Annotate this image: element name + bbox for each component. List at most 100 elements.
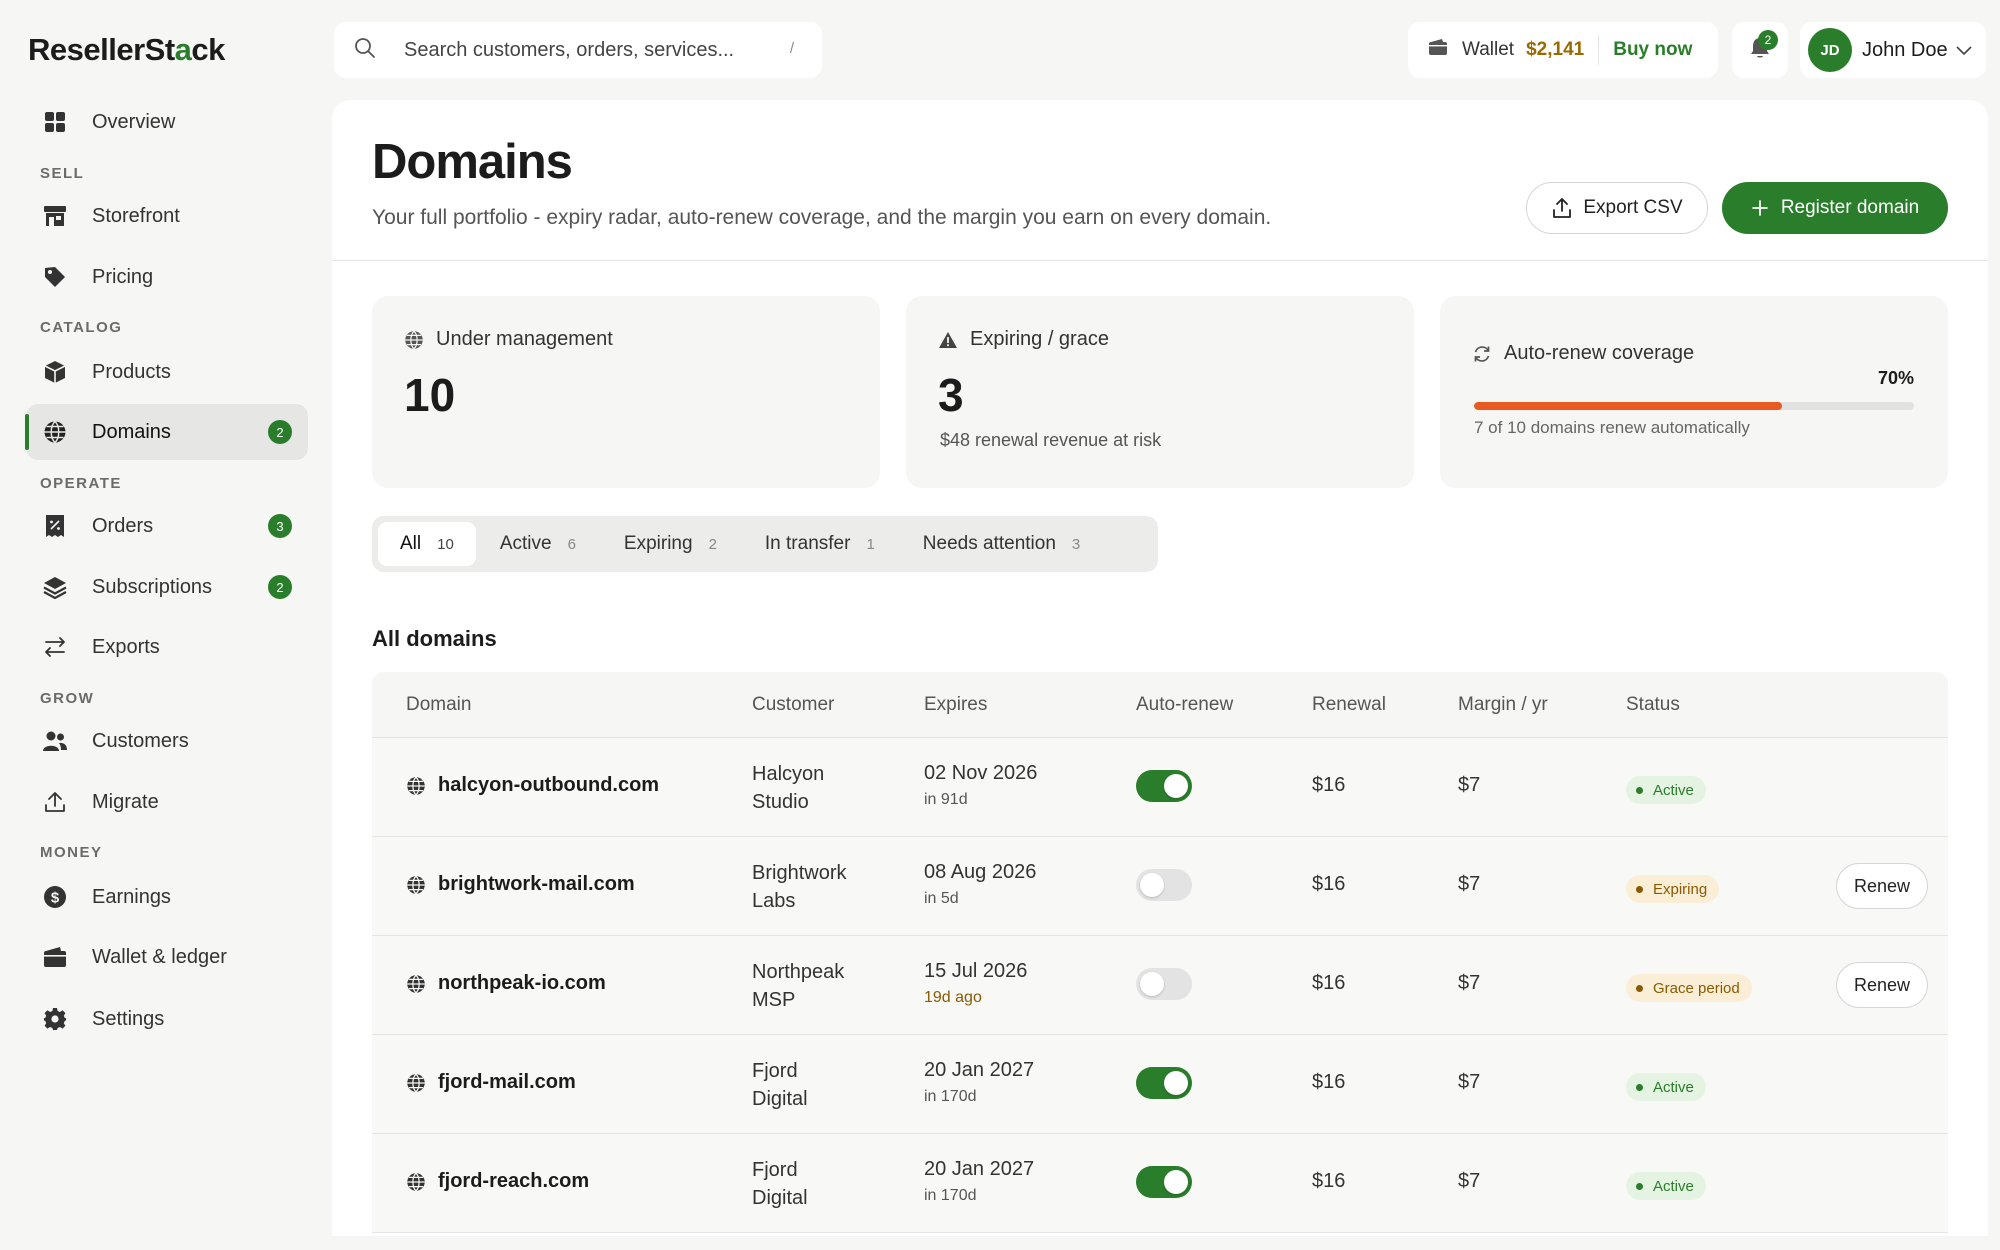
margin-value: $7 (1458, 774, 1481, 796)
filter-tab-needs-attention[interactable]: Needs attention 3 (899, 522, 1104, 566)
renew-button[interactable]: Renew (1836, 962, 1928, 1008)
sidebar-item-settings[interactable]: Settings (26, 991, 308, 1047)
filter-tab-expiring[interactable]: Expiring 2 (600, 522, 741, 566)
margin-value: $7 (1458, 1170, 1481, 1192)
warning-icon (939, 331, 957, 348)
table-row[interactable]: northpeak-io.com Northpeak MSP 15 Jul 202… (372, 936, 1948, 1035)
column-header-expires[interactable]: Expires (924, 694, 987, 716)
status-dot (1636, 1182, 1643, 1190)
expires-cell: 20 Jan 2027 in 170d (924, 1158, 1034, 1205)
buy-now-link[interactable]: Buy now (1613, 39, 1692, 61)
filter-tabs: All 10 Active 6 Expiring 2 In transfer 1 Nee… (372, 516, 1158, 572)
sidebar-item-storefront[interactable]: Storefront (26, 188, 308, 244)
expiry-relative: in 170d (924, 1088, 977, 1105)
export-csv-label: Export CSV (1583, 197, 1683, 218)
table-row[interactable]: fjord-reach.com Fjord Digital 20 Jan 2027… (372, 1134, 1948, 1233)
margin-value: $7 (1458, 972, 1481, 994)
toggle-knob (1140, 972, 1164, 996)
renewal-price: $16 (1312, 873, 1346, 895)
globe-icon (405, 330, 423, 349)
sidebar-item-subscriptions[interactable]: Subscriptions 2 (26, 559, 308, 615)
user-menu[interactable]: JD John Doe (1800, 22, 1986, 78)
domain-cell[interactable]: fjord-reach.com (406, 1170, 589, 1193)
column-header-margin[interactable]: Margin / yr (1458, 694, 1548, 716)
auto-renew-toggle[interactable] (1136, 1166, 1192, 1198)
box-icon (42, 359, 68, 385)
search-shortcut-hint: / (789, 40, 794, 57)
domain-cell[interactable]: halcyon-outbound.com (406, 774, 659, 797)
sidebar-item-exports[interactable]: Exports (26, 619, 308, 675)
sidebar-item-products[interactable]: Products (26, 344, 308, 400)
logo[interactable]: ResellerStack (28, 32, 225, 68)
section-title: All domains (372, 626, 497, 651)
status-label: Expiring (1653, 880, 1708, 898)
customer-name-line: Halcyon (752, 763, 825, 785)
auto-renew-toggle[interactable] (1136, 770, 1192, 802)
divider (1598, 35, 1600, 65)
search-bar[interactable]: / (334, 22, 822, 78)
status-dot (1636, 786, 1643, 794)
domain-cell[interactable]: brightwork-mail.com (406, 873, 635, 896)
toggle-knob (1164, 1071, 1188, 1095)
sidebar-item-pricing[interactable]: Pricing (26, 249, 308, 305)
register-domain-button[interactable]: Register domain (1722, 182, 1948, 234)
customer-name-line: Fjord (752, 1060, 798, 1082)
dollar-coin-icon: $ (42, 884, 68, 910)
register-domain-label: Register domain (1780, 197, 1920, 218)
customer-cell: Northpeak MSP (752, 958, 872, 1014)
sidebar-item-domains[interactable]: Domains 2 (25, 404, 308, 460)
sidebar-item-label: Orders (92, 514, 154, 537)
domain-cell[interactable]: fjord-mail.com (406, 1071, 576, 1094)
table-row[interactable]: brightwork-mail.com Brightwork Labs 08 Au… (372, 837, 1948, 936)
table-row[interactable]: halcyon-outbound.com Halcyon Studio 02 No… (372, 738, 1948, 837)
sidebar-item-overview[interactable]: Overview (26, 94, 308, 150)
sidebar: ResellerStack Overview SELL Storefront P… (0, 0, 330, 1250)
swap-arrows-icon (42, 634, 68, 660)
nav-section-money: MONEY (40, 844, 103, 861)
status-badge: Active (1626, 776, 1706, 804)
column-header-renewal[interactable]: Renewal (1312, 694, 1386, 716)
sidebar-item-wallet-ledger[interactable]: Wallet & ledger (26, 929, 308, 985)
expiry-date: 20 Jan 2027 (924, 1059, 1035, 1081)
auto-renew-toggle[interactable] (1136, 1067, 1192, 1099)
renewal-price: $16 (1312, 774, 1346, 796)
chevron-down-icon (1956, 39, 1972, 62)
wallet-icon (1428, 38, 1448, 62)
export-csv-button[interactable]: Export CSV (1526, 182, 1708, 234)
margin-value: $7 (1458, 873, 1481, 895)
upload-icon (42, 789, 68, 815)
column-header-auto-renew[interactable]: Auto-renew (1136, 694, 1233, 716)
filter-tab-active[interactable]: Active 6 (476, 522, 600, 566)
notifications-button[interactable]: 2 (1732, 22, 1788, 78)
customer-name-line: MSP (752, 989, 796, 1011)
main-panel: Domains Your full portfolio - expiry rad… (332, 100, 1988, 1236)
sidebar-item-orders[interactable]: Orders 3 (26, 498, 308, 554)
domain-name: halcyon-outbound.com (438, 774, 660, 796)
toggle-knob (1140, 873, 1164, 897)
renew-button[interactable]: Renew (1836, 863, 1928, 909)
sidebar-item-customers[interactable]: Customers (26, 713, 308, 769)
svg-text:$: $ (51, 890, 60, 907)
renewal-price: $16 (1312, 972, 1346, 994)
orders-count-badge: 3 (268, 514, 292, 538)
sidebar-item-label: Domains (92, 420, 171, 443)
filter-tab-all[interactable]: All 10 (378, 522, 476, 566)
auto-renew-toggle[interactable] (1136, 968, 1192, 1000)
auto-renew-toggle[interactable] (1136, 869, 1192, 901)
filter-tab-in-transfer[interactable]: In transfer 1 (741, 522, 899, 566)
domain-cell[interactable]: northpeak-io.com (406, 972, 606, 995)
subscriptions-count-badge: 2 (268, 575, 292, 599)
sidebar-item-earnings[interactable]: $ Earnings (26, 869, 308, 925)
stat-card-auto-renew: Auto-renew coverage 70% 7 of 10 domains … (1440, 296, 1948, 488)
column-header-domain[interactable]: Domain (406, 694, 471, 716)
sidebar-item-label: Customers (92, 729, 189, 752)
sidebar-item-label: Products (92, 360, 171, 383)
avatar: JD (1808, 28, 1852, 72)
sidebar-item-migrate[interactable]: Migrate (26, 774, 308, 830)
column-header-status[interactable]: Status (1626, 694, 1680, 716)
table-row[interactable]: fjord-mail.com Fjord Digital 20 Jan 2027 … (372, 1035, 1948, 1134)
user-name: John Doe (1862, 38, 1948, 61)
stat-label: Auto-renew coverage (1504, 342, 1695, 364)
column-header-customer[interactable]: Customer (752, 694, 834, 716)
search-input[interactable] (404, 38, 784, 62)
